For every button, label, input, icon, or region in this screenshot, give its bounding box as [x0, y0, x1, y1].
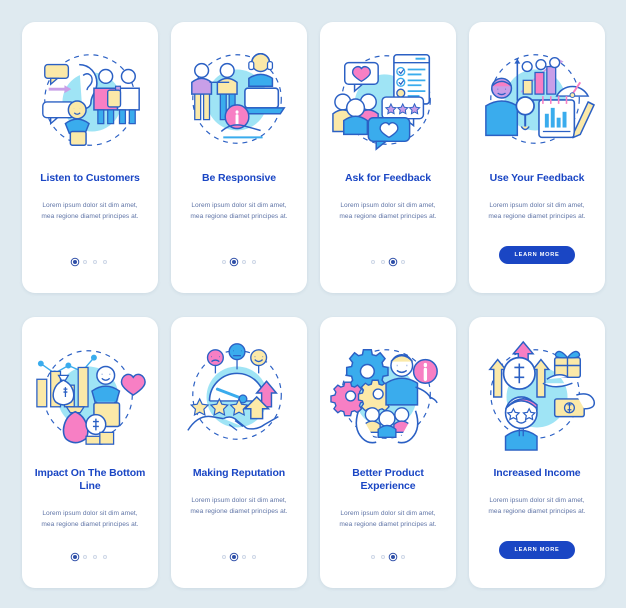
pagination-dot[interactable] — [381, 260, 385, 264]
learn-more-button[interactable]: LEARN MORE — [499, 246, 575, 264]
onboarding-card-ask-for-feedback: Ask for Feedback Lorem ipsum dolor sit di… — [320, 22, 456, 293]
card-title: Listen to Customers — [40, 172, 140, 184]
growth-arrows-dollar-gift-money-star-eyes-icon — [478, 327, 596, 451]
onboarding-card-listen-to-customers: Listen to Customers Lorem ipsum dolor sit… — [22, 22, 158, 293]
pagination-dot-active[interactable] — [391, 555, 395, 559]
survey-checklist-heart-stars-review-icon — [329, 32, 447, 156]
pagination-dot-active[interactable] — [391, 260, 395, 264]
onboarding-row-top: Listen to Customers Lorem ipsum dolor sit… — [22, 22, 605, 293]
pagination-dots — [222, 260, 256, 264]
pagination-dot[interactable] — [93, 555, 97, 559]
pagination-dot[interactable] — [252, 555, 256, 559]
pagination-dot[interactable] — [83, 555, 87, 559]
onboarding-row-bottom: Impact On The Bottom Line Lorem ipsum dol… — [22, 317, 605, 588]
card-title: Use Your Feedback — [489, 172, 585, 184]
card-body-text: Lorem ipsum dolor sit dim amet, mea regi… — [41, 510, 139, 528]
gears-person-info-hands-users-icon — [329, 327, 447, 451]
card-title: Better Product Experience — [352, 467, 424, 493]
card-title: Impact On The Bottom Line — [34, 467, 146, 493]
card-body-text: Lorem ipsum dolor sit dim amet, mea regi… — [190, 202, 288, 220]
rating-gauge-stars-handshake-arrow-icon — [180, 327, 298, 451]
pagination-dot[interactable] — [371, 555, 375, 559]
pagination-dot[interactable] — [103, 260, 107, 264]
ear-listening-speech-bubbles-people-icon — [31, 32, 149, 156]
pagination-dot[interactable] — [381, 555, 385, 559]
pagination-dot[interactable] — [401, 555, 405, 559]
pagination-dots — [73, 260, 107, 264]
onboarding-card-making-reputation: Making Reputation Lorem ipsum dolor sit d… — [171, 317, 307, 588]
pagination-dot-active[interactable] — [232, 260, 236, 264]
pagination-dots — [371, 260, 405, 264]
card-title: Ask for Feedback — [345, 172, 431, 184]
pagination-dot-active[interactable] — [232, 555, 236, 559]
card-body-text: Lorem ipsum dolor sit dim amet, mea regi… — [190, 497, 288, 515]
pagination-dot[interactable] — [242, 555, 246, 559]
pagination-dot-active[interactable] — [73, 555, 77, 559]
pagination-dots — [371, 555, 405, 559]
card-title: Increased Income — [493, 467, 581, 479]
pagination-dots — [73, 555, 107, 559]
onboarding-screens-board: Listen to Customers Lorem ipsum dolor sit… — [0, 0, 626, 608]
card-body-text: Lorem ipsum dolor sit dim amet, mea regi… — [339, 510, 437, 528]
money-bag-chart-shopping-bag-heart-icon — [31, 327, 149, 451]
support-agent-laptop-info-hand-icon — [180, 32, 298, 156]
pagination-dot[interactable] — [93, 260, 97, 264]
pagination-dot[interactable] — [401, 260, 405, 264]
pagination-dot-active[interactable] — [73, 260, 77, 264]
card-body-text: Lorem ipsum dolor sit dim amet, mea regi… — [488, 202, 586, 220]
pagination-dot[interactable] — [222, 260, 226, 264]
onboarding-card-be-responsive: Be Responsive Lorem ipsum dolor sit dim a… — [171, 22, 307, 293]
pagination-dot[interactable] — [371, 260, 375, 264]
pagination-dot[interactable] — [242, 260, 246, 264]
analytics-chart-magnifier-clipboard-pencil-icon — [478, 32, 596, 156]
pagination-dots — [222, 555, 256, 559]
pagination-dot[interactable] — [83, 260, 87, 264]
onboarding-card-increased-income: Increased Income Lorem ipsum dolor sit di… — [469, 317, 605, 588]
card-title: Be Responsive — [202, 172, 276, 184]
pagination-dot[interactable] — [222, 555, 226, 559]
learn-more-button[interactable]: LEARN MORE — [499, 541, 575, 559]
onboarding-card-better-product-experience: Better Product Experience Lorem ipsum dol… — [320, 317, 456, 588]
pagination-dot[interactable] — [252, 260, 256, 264]
pagination-dot[interactable] — [103, 555, 107, 559]
onboarding-card-impact-on-the-bottom-line: Impact On The Bottom Line Lorem ipsum dol… — [22, 317, 158, 588]
card-body-text: Lorem ipsum dolor sit dim amet, mea regi… — [339, 202, 437, 220]
card-title: Making Reputation — [192, 467, 286, 479]
card-body-text: Lorem ipsum dolor sit dim amet, mea regi… — [41, 202, 139, 220]
onboarding-card-use-your-feedback: Use Your Feedback Lorem ipsum dolor sit d… — [469, 22, 605, 293]
card-body-text: Lorem ipsum dolor sit dim amet, mea regi… — [488, 497, 586, 515]
